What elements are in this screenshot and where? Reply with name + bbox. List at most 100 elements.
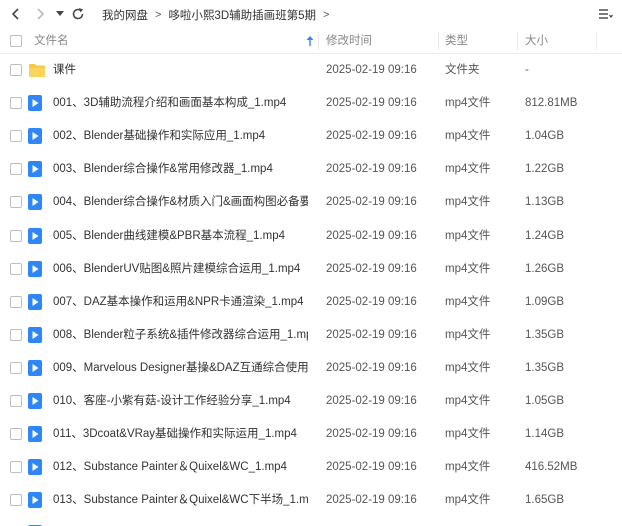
folder-icon (28, 62, 46, 81)
file-name[interactable]: 013、Substance Painter＆Quixel&WC下半场_1.mp4 (53, 484, 308, 517)
file-name[interactable]: 010、客座-小紫有菇-设计工作经验分享_1.mp4 (53, 385, 291, 418)
row-checkbox[interactable] (10, 329, 22, 341)
modified-time: 2025-02-19 09:16 (326, 64, 417, 76)
column-divider[interactable] (438, 32, 439, 50)
video-file-icon (28, 492, 42, 511)
file-name[interactable]: 002、Blender基础操作和实际应用_1.mp4 (53, 120, 265, 153)
file-size: 1.35GB (525, 362, 564, 374)
file-row[interactable]: 014、作业点评散花！~~_1.mp4 2025-02-19 09:16 mp4文件… (0, 517, 622, 526)
row-checkbox[interactable] (10, 64, 22, 76)
video-file-icon (28, 228, 42, 247)
file-row[interactable]: 011、3Dcoat&VRay基础操作和实际运用_1.mp4 2025-02-19… (0, 418, 622, 451)
column-name[interactable]: 文件名 (34, 28, 69, 54)
row-checkbox[interactable] (10, 461, 22, 473)
row-checkbox[interactable] (10, 97, 22, 109)
video-file-icon (28, 426, 42, 445)
refresh-button[interactable] (68, 4, 88, 24)
row-checkbox[interactable] (10, 230, 22, 242)
column-size[interactable]: 大小 (525, 28, 548, 54)
column-header: 文件名 修改时间 类型 大小 (0, 28, 622, 54)
row-checkbox[interactable] (10, 362, 22, 374)
file-type: mp4文件 (445, 296, 491, 308)
file-type: mp4文件 (445, 263, 491, 275)
file-size: 1.65GB (525, 494, 564, 506)
file-name[interactable]: 003、Blender综合操作&常用修改器_1.mp4 (53, 153, 273, 186)
file-name[interactable]: 011、3Dcoat&VRay基础操作和实际运用_1.mp4 (53, 418, 297, 451)
chevron-left-icon (11, 8, 19, 20)
file-row[interactable]: 010、客座-小紫有菇-设计工作经验分享_1.mp4 2025-02-19 09:… (0, 385, 622, 418)
column-divider[interactable] (517, 32, 518, 50)
file-size: 1.13GB (525, 196, 564, 208)
file-type: mp4文件 (445, 230, 491, 242)
video-file-icon (28, 128, 42, 147)
video-file-icon (28, 360, 42, 379)
file-name[interactable]: 001、3D辅助流程介绍和画面基本构成_1.mp4 (53, 87, 286, 120)
modified-time: 2025-02-19 09:16 (326, 263, 417, 275)
row-checkbox[interactable] (10, 263, 22, 275)
row-checkbox[interactable] (10, 395, 22, 407)
toolbar: 我的网盘 > 哆啦小熙3D辅助插画班第5期 > (0, 0, 622, 28)
breadcrumb-root[interactable]: 我的网盘 (102, 7, 148, 23)
file-name[interactable]: 007、DAZ基本操作和运用&NPR卡通渲染_1.mp4 (53, 286, 304, 319)
row-checkbox[interactable] (10, 428, 22, 440)
file-type: mp4文件 (445, 130, 491, 142)
row-checkbox[interactable] (10, 130, 22, 142)
file-row[interactable]: 008、Blender粒子系统&插件修改器综合运用_1.mp4 2025-02-1… (0, 319, 622, 352)
file-name[interactable]: 课件 (53, 54, 76, 87)
file-size: 416.52MB (525, 461, 578, 473)
video-file-icon (28, 261, 42, 280)
column-type[interactable]: 类型 (445, 28, 468, 54)
file-size: 1.09GB (525, 296, 564, 308)
file-row[interactable]: 012、Substance Painter＆Quixel&WC_1.mp4 202… (0, 451, 622, 484)
forward-button[interactable] (30, 4, 50, 24)
breadcrumb-separator: > (155, 9, 162, 21)
file-size: 1.22GB (525, 163, 564, 175)
file-size: 1.35GB (525, 329, 564, 341)
select-all-checkbox[interactable] (10, 35, 22, 47)
file-name[interactable]: 006、BlenderUV贴图&照片建模综合运用_1.mp4 (53, 253, 300, 286)
column-modified[interactable]: 修改时间 (326, 28, 372, 54)
row-checkbox[interactable] (10, 494, 22, 506)
folder-row[interactable]: 课件 2025-02-19 09:16 文件夹 - (0, 54, 622, 87)
file-row[interactable]: 007、DAZ基本操作和运用&NPR卡通渲染_1.mp4 2025-02-19 0… (0, 286, 622, 319)
file-row[interactable]: 004、Blender综合操作&材质入门&画面构图必备要素_1.... 2025-… (0, 186, 622, 219)
file-type: mp4文件 (445, 329, 491, 341)
history-dropdown-button[interactable] (52, 4, 68, 24)
file-name[interactable]: 004、Blender综合操作&材质入门&画面构图必备要素_1.... (53, 186, 308, 219)
file-type: mp4文件 (445, 461, 491, 473)
file-size: 1.24GB (525, 230, 564, 242)
video-file-icon (28, 161, 42, 180)
file-type: mp4文件 (445, 494, 491, 506)
file-name[interactable]: 008、Blender粒子系统&插件修改器综合运用_1.mp4 (53, 319, 308, 352)
file-type: mp4文件 (445, 97, 491, 109)
breadcrumb-current[interactable]: 哆啦小熙3D辅助插画班第5期 (168, 7, 316, 23)
row-checkbox[interactable] (10, 163, 22, 175)
file-name[interactable]: 005、Blender曲线建模&PBR基本流程_1.mp4 (53, 220, 285, 253)
file-type: mp4文件 (445, 517, 490, 526)
file-name[interactable]: 012、Substance Painter＆Quixel&WC_1.mp4 (53, 451, 287, 484)
row-checkbox[interactable] (10, 196, 22, 208)
file-row[interactable]: 013、Substance Painter＆Quixel&WC下半场_1.mp4… (0, 484, 622, 517)
file-type: mp4文件 (445, 395, 491, 407)
file-name[interactable]: 009、Marvelous Designer基操&DAZ互通综合使用_1.mp4 (53, 352, 308, 385)
file-row[interactable]: 005、Blender曲线建模&PBR基本流程_1.mp4 2025-02-19 … (0, 220, 622, 253)
video-file-icon (28, 95, 42, 114)
sort-ascending-icon[interactable] (305, 35, 315, 47)
video-file-icon (28, 459, 42, 478)
column-divider[interactable] (318, 32, 319, 50)
file-name[interactable]: 014、作业点评散花！~~_1.mp4 (53, 517, 216, 526)
view-mode-button[interactable] (598, 6, 614, 22)
file-row[interactable]: 001、3D辅助流程介绍和画面基本构成_1.mp4 2025-02-19 09:1… (0, 87, 622, 120)
file-row[interactable]: 006、BlenderUV贴图&照片建模综合运用_1.mp4 2025-02-19… (0, 253, 622, 286)
column-divider[interactable] (596, 32, 597, 50)
file-row[interactable]: 002、Blender基础操作和实际应用_1.mp4 2025-02-19 09:… (0, 120, 622, 153)
file-size: - (525, 64, 529, 76)
row-checkbox[interactable] (10, 296, 22, 308)
back-button[interactable] (6, 4, 26, 24)
refresh-icon (72, 8, 84, 20)
file-row[interactable]: 009、Marvelous Designer基操&DAZ互通综合使用_1.mp4… (0, 352, 622, 385)
file-row[interactable]: 003、Blender综合操作&常用修改器_1.mp4 2025-02-19 09… (0, 153, 622, 186)
modified-time: 2025-02-19 09:16 (326, 428, 417, 440)
modified-time: 2025-02-19 09:16 (326, 461, 417, 473)
file-size: 1.04GB (525, 130, 564, 142)
